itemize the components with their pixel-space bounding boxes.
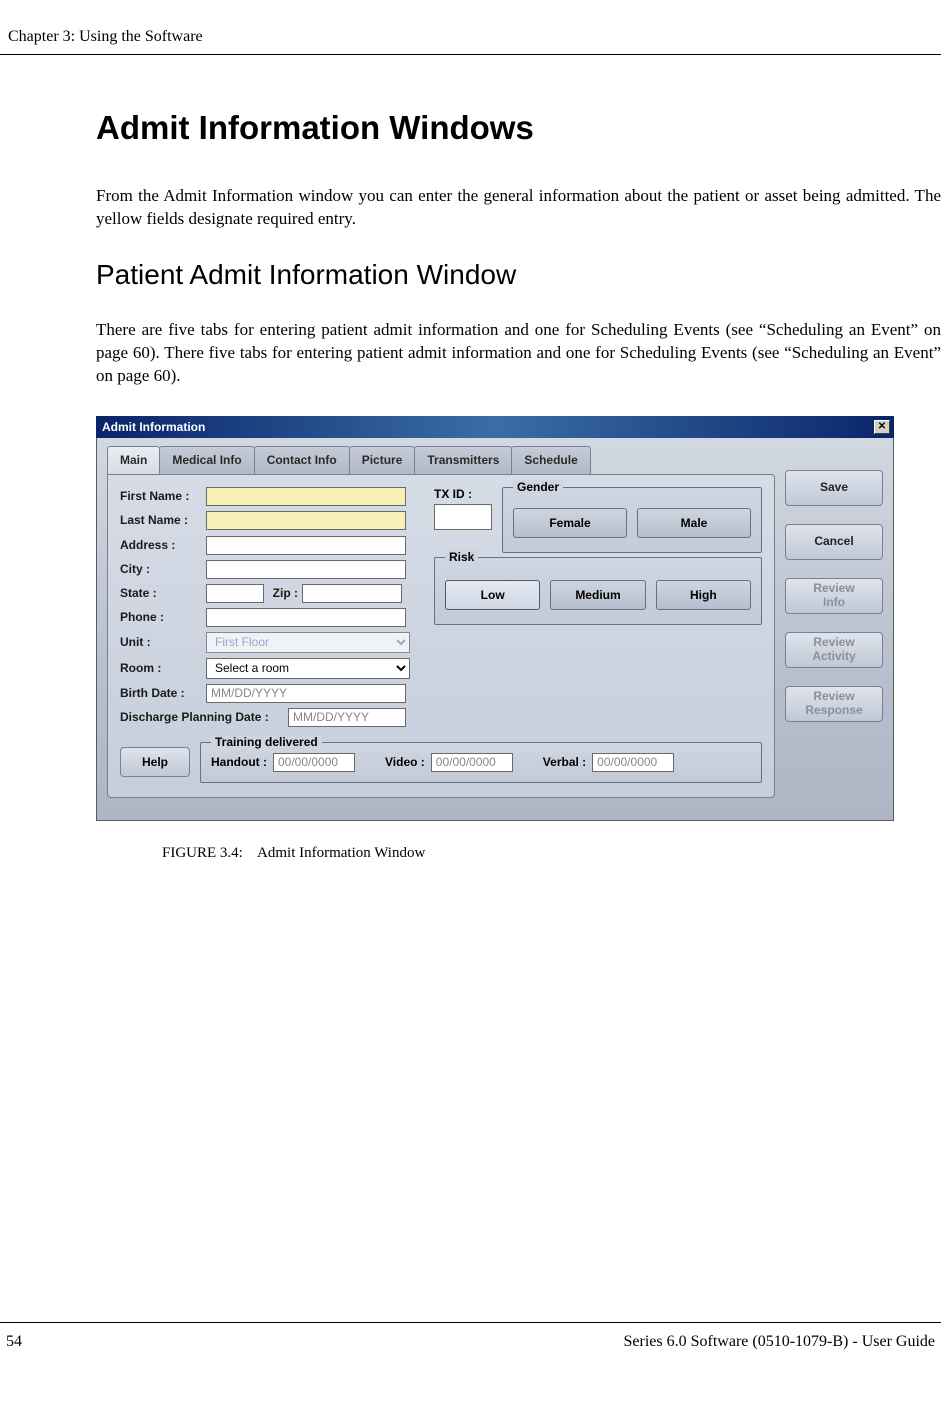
label-room: Room : xyxy=(120,661,206,675)
phone-input[interactable] xyxy=(206,608,406,627)
tab-picture[interactable]: Picture xyxy=(349,446,416,474)
tab-medical-info[interactable]: Medical Info xyxy=(159,446,254,474)
tab-transmitters[interactable]: Transmitters xyxy=(414,446,512,474)
review-response-button[interactable]: Review Response xyxy=(785,686,883,722)
handout-date-input[interactable] xyxy=(273,753,355,772)
unit-select[interactable]: First Floor xyxy=(206,632,410,653)
label-zip: Zip : xyxy=(264,586,302,600)
cancel-button[interactable]: Cancel xyxy=(785,524,883,560)
section-heading-1: Admit Information Windows xyxy=(96,109,941,147)
page-number: 54 xyxy=(6,1333,22,1351)
label-phone: Phone : xyxy=(120,610,206,624)
figure-text: Admit Information Window xyxy=(257,845,425,861)
tab-strip: Main Medical Info Contact Info Picture T… xyxy=(107,446,775,474)
verbal-date-input[interactable] xyxy=(592,753,674,772)
gender-male-button[interactable]: Male xyxy=(637,508,751,538)
gender-female-button[interactable]: Female xyxy=(513,508,627,538)
tab-panel-main: First Name : Last Name : Address : xyxy=(107,474,775,798)
dialog-client-area: Main Medical Info Contact Info Picture T… xyxy=(96,438,894,821)
birth-date-input[interactable] xyxy=(206,684,406,703)
risk-medium-button[interactable]: Medium xyxy=(550,580,645,610)
tab-schedule[interactable]: Schedule xyxy=(511,446,590,474)
action-button-column: Save Cancel Review Info Review Activity … xyxy=(785,446,883,798)
address-input[interactable] xyxy=(206,536,406,555)
label-address: Address : xyxy=(120,538,206,552)
room-select[interactable]: Select a room xyxy=(206,658,410,679)
city-input[interactable] xyxy=(206,560,406,579)
figure-caption: FIGURE 3.4: Admit Information Window xyxy=(162,845,941,862)
page-content: Admit Information Windows From the Admit… xyxy=(0,109,941,862)
tab-main[interactable]: Main xyxy=(107,446,160,474)
risk-low-button[interactable]: Low xyxy=(445,580,540,610)
label-unit: Unit : xyxy=(120,635,206,649)
close-icon[interactable]: ✕ xyxy=(874,420,890,434)
first-name-input[interactable] xyxy=(206,487,406,506)
risk-high-button[interactable]: High xyxy=(656,580,751,610)
page-header: Chapter 3: Using the Software xyxy=(0,28,941,55)
last-name-input[interactable] xyxy=(206,511,406,530)
form-right-column: TX ID : Gender Female Male xyxy=(434,487,762,732)
label-last-name: Last Name : xyxy=(120,513,206,527)
body-paragraph: There are five tabs for entering patient… xyxy=(96,319,941,388)
footer-right: Series 6.0 Software (0510-1079-B) - User… xyxy=(624,1333,935,1351)
label-birth-date: Birth Date : xyxy=(120,686,206,700)
gender-legend: Gender xyxy=(513,480,563,494)
help-button[interactable]: Help xyxy=(120,747,190,777)
page-footer: 54 Series 6.0 Software (0510-1079-B) - U… xyxy=(0,1322,941,1351)
training-delivered-group: Training delivered Handout : Video : Ver… xyxy=(200,742,762,783)
video-date-input[interactable] xyxy=(431,753,513,772)
section-heading-2: Patient Admit Information Window xyxy=(96,259,941,291)
save-button[interactable]: Save xyxy=(785,470,883,506)
dialog-title: Admit Information xyxy=(102,420,205,434)
tab-contact-info[interactable]: Contact Info xyxy=(254,446,350,474)
txid-input[interactable] xyxy=(434,504,492,530)
figure-label: FIGURE 3.4: xyxy=(162,845,243,861)
label-handout: Handout : xyxy=(211,755,267,769)
review-info-button[interactable]: Review Info xyxy=(785,578,883,614)
admit-information-dialog: Admit Information ✕ Main Medical Info Co… xyxy=(96,416,894,821)
chapter-title: Chapter 3: Using the Software xyxy=(8,28,203,45)
label-city: City : xyxy=(120,562,206,576)
label-discharge-date: Discharge Planning Date : xyxy=(120,710,288,724)
label-txid: TX ID : xyxy=(434,487,492,501)
form-left-column: First Name : Last Name : Address : xyxy=(120,487,420,732)
risk-legend: Risk xyxy=(445,550,478,564)
dialog-titlebar: Admit Information ✕ xyxy=(96,416,894,438)
label-first-name: First Name : xyxy=(120,489,206,503)
discharge-date-input[interactable] xyxy=(288,708,406,727)
label-video: Video : xyxy=(385,755,425,769)
training-legend: Training delivered xyxy=(211,735,322,749)
state-input[interactable] xyxy=(206,584,264,603)
zip-input[interactable] xyxy=(302,584,402,603)
label-verbal: Verbal : xyxy=(543,755,586,769)
label-state: State : xyxy=(120,586,206,600)
intro-paragraph: From the Admit Information window you ca… xyxy=(96,185,941,231)
review-activity-button[interactable]: Review Activity xyxy=(785,632,883,668)
